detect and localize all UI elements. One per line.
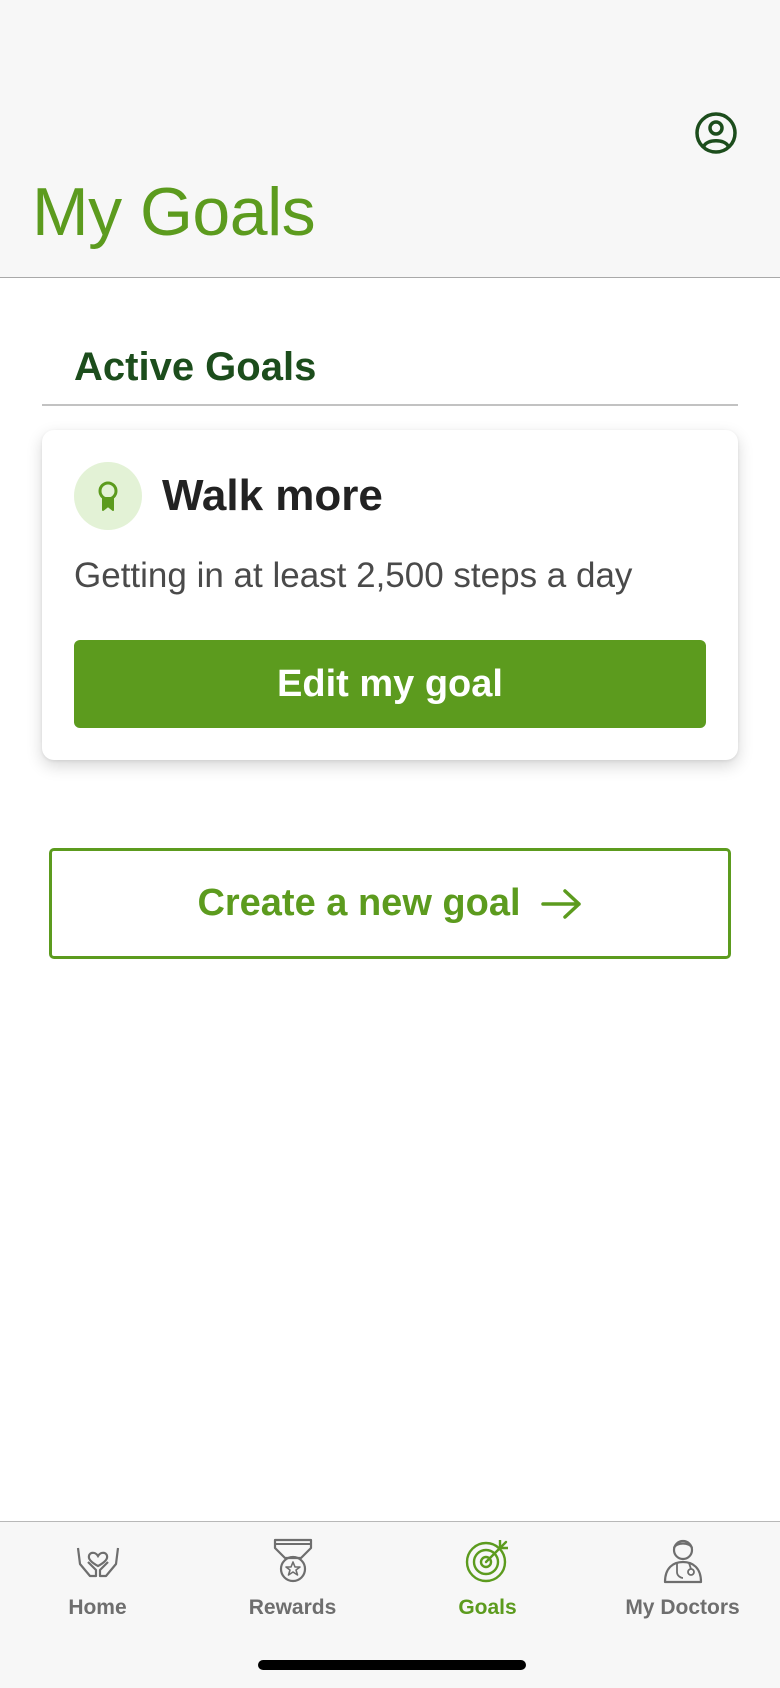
tab-goals-label: Goals xyxy=(458,1596,517,1619)
goal-description: Getting in at least 2,500 steps a day xyxy=(74,556,633,595)
page-title: My Goals xyxy=(32,174,316,250)
arrow-right-icon xyxy=(540,888,583,920)
tab-rewards[interactable]: Rewards xyxy=(195,1534,390,1638)
medal-icon xyxy=(273,1538,312,1583)
create-goal-label: Create a new goal xyxy=(197,882,521,924)
tab-my-doctors[interactable]: My Doctors xyxy=(585,1534,780,1638)
header: My Goals xyxy=(0,0,780,278)
edit-goal-button[interactable]: Edit my goal xyxy=(74,640,706,728)
award-ribbon-icon xyxy=(98,481,118,511)
section-divider xyxy=(42,404,738,406)
tab-rewards-label: Rewards xyxy=(248,1596,337,1619)
profile-button[interactable] xyxy=(693,110,739,156)
tab-my-doctors-label: My Doctors xyxy=(625,1596,740,1619)
goals-screen: My Goals Active Goals Walk more Getting … xyxy=(0,0,780,1688)
home-indicator xyxy=(258,1660,526,1670)
tab-home[interactable]: Home xyxy=(0,1534,195,1638)
create-goal-button[interactable]: Create a new goal xyxy=(49,848,731,959)
doctor-icon xyxy=(663,1539,702,1584)
hands-heart-icon xyxy=(76,1547,119,1578)
goal-icon-badge xyxy=(74,462,142,530)
target-icon xyxy=(465,1540,508,1583)
tab-home-label: Home xyxy=(68,1596,127,1619)
goal-title: Walk more xyxy=(162,471,383,520)
tab-goals[interactable]: Goals xyxy=(390,1534,585,1638)
goal-card: Walk more Getting in at least 2,500 step… xyxy=(42,430,738,760)
section-title-active-goals: Active Goals xyxy=(74,345,317,389)
user-circle-icon xyxy=(695,112,737,154)
